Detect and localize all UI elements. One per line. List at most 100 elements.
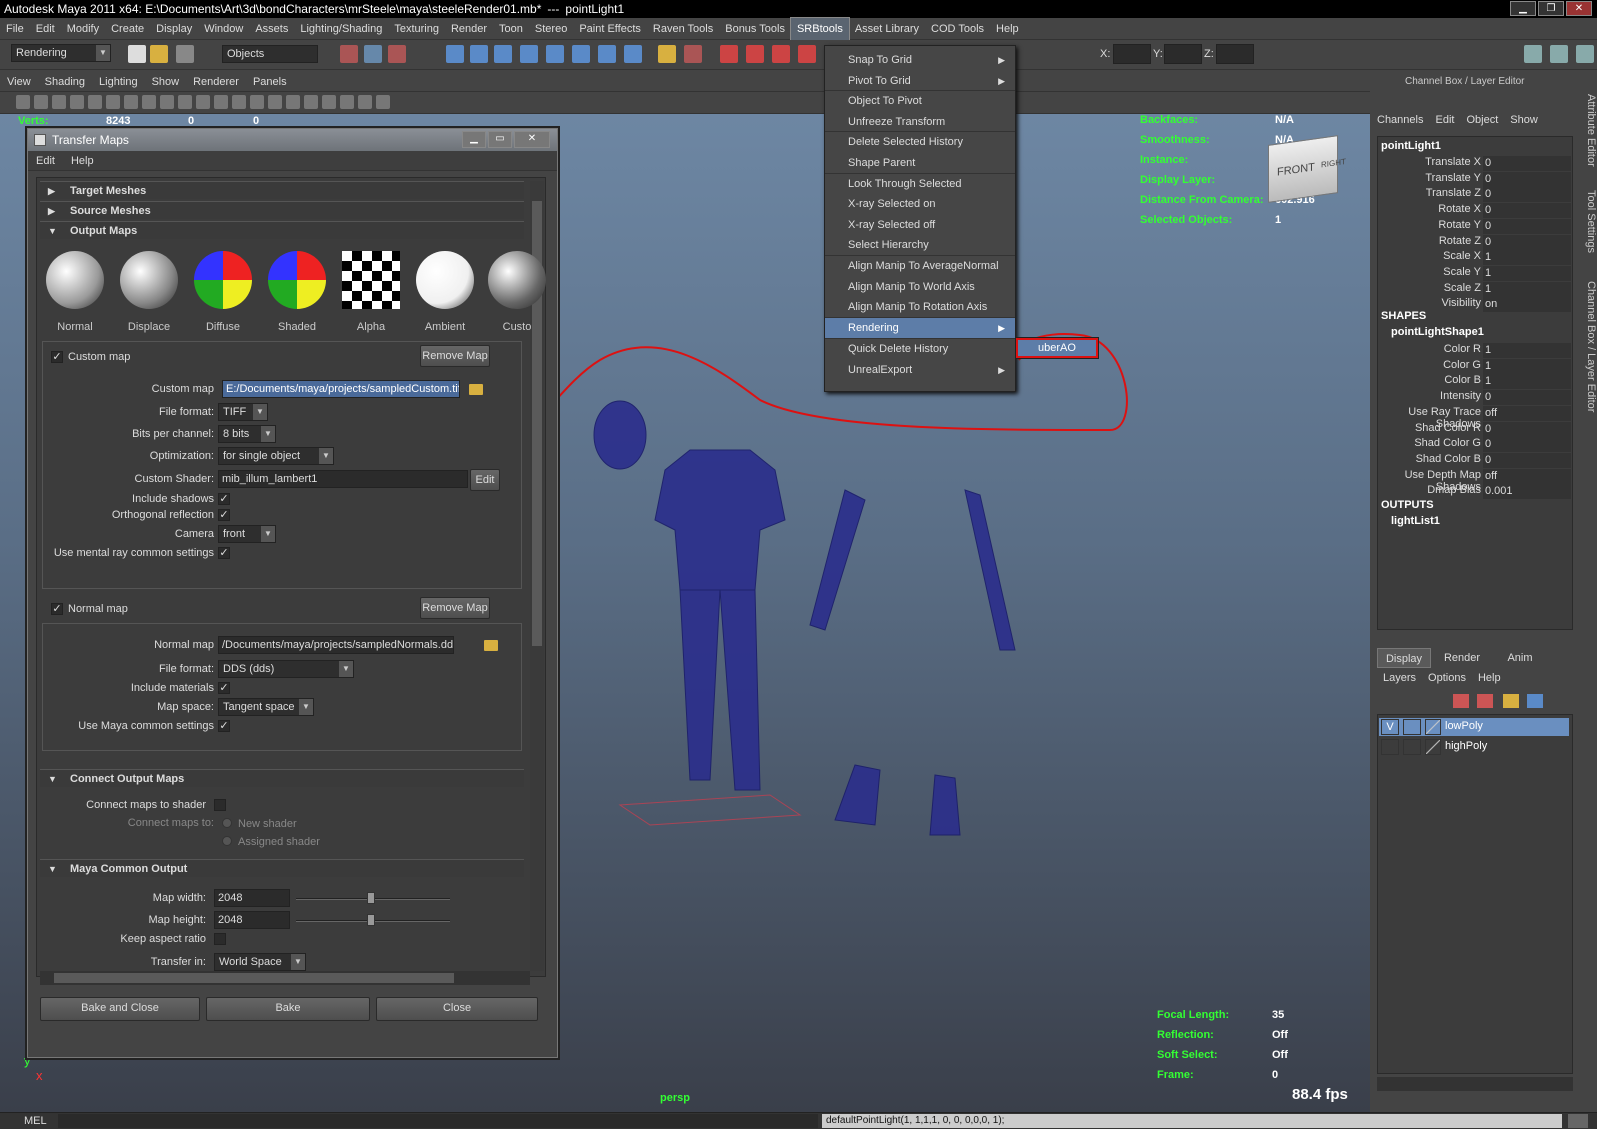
ipr-render-icon[interactable] xyxy=(746,45,764,63)
new-shader-radio[interactable] xyxy=(222,818,232,828)
remove-normal-map-button[interactable]: Remove Map xyxy=(420,597,490,619)
browse-folder-icon[interactable] xyxy=(469,384,483,395)
custom-shader-input[interactable]: mib_illum_lambert1 xyxy=(218,470,468,488)
attribute-value[interactable]: 0 xyxy=(1483,390,1571,406)
menu-item-align-manip-to-rotation-axis[interactable]: Align Manip To Rotation Axis xyxy=(825,297,1015,317)
h-scroll-thumb[interactable] xyxy=(54,973,454,983)
command-input[interactable] xyxy=(58,1114,818,1128)
character-wireframe[interactable] xyxy=(560,330,1140,850)
viewport-menu-show[interactable]: Show xyxy=(145,72,187,92)
render-frame-icon[interactable] xyxy=(720,45,738,63)
help-icon[interactable] xyxy=(624,45,642,63)
maya-common-output-section[interactable]: ▼ Maya Common Output xyxy=(40,859,524,877)
attribute-row[interactable]: Scale Y1 xyxy=(1375,265,1577,282)
attribute-value[interactable]: 1 xyxy=(1483,265,1571,281)
layer-menu-help[interactable]: Help xyxy=(1478,672,1501,684)
gate-mask-icon[interactable] xyxy=(142,95,156,109)
safe-action-icon[interactable] xyxy=(178,95,192,109)
bake-button[interactable]: Bake xyxy=(206,997,370,1021)
dialog-menu-help[interactable]: Help xyxy=(63,151,102,171)
bookmark-icon[interactable] xyxy=(52,95,66,109)
dialog-menu-edit[interactable]: Edit xyxy=(28,151,63,171)
attribute-row[interactable]: Scale X1 xyxy=(1375,250,1577,266)
lock-icon[interactable] xyxy=(658,45,676,63)
render-settings-icon[interactable] xyxy=(772,45,790,63)
film-gate-icon[interactable] xyxy=(106,95,120,109)
menu-srbtools[interactable]: SRBtools xyxy=(789,16,850,41)
connect-output-maps-section[interactable]: ▼ Connect Output Maps xyxy=(40,769,524,787)
attribute-row[interactable]: Rotate Y0 xyxy=(1375,218,1577,235)
menu-item-snap-to-grid[interactable]: Snap To Grid ▶ xyxy=(825,50,1015,70)
snap-plane-icon[interactable] xyxy=(520,45,538,63)
tab-anim[interactable]: Anim xyxy=(1493,648,1547,668)
uberao-menu-item[interactable]: uberAO xyxy=(1016,338,1098,358)
snap-surface-icon[interactable] xyxy=(546,45,564,63)
map-width-slider[interactable] xyxy=(296,892,450,904)
bake-and-close-button[interactable]: Bake and Close xyxy=(40,997,200,1021)
all-lights-icon[interactable] xyxy=(304,95,318,109)
mental-ray-settings-checkbox[interactable]: ✓ xyxy=(218,547,230,559)
tool-settings-toggle-icon[interactable] xyxy=(1550,45,1568,63)
side-tab-tool-settings[interactable]: Tool Settings xyxy=(1577,186,1597,256)
attribute-value[interactable]: 0 xyxy=(1483,171,1571,187)
menu-paint-effects[interactable]: Paint Effects xyxy=(573,18,647,40)
optimization-select[interactable]: for single object ▼ xyxy=(218,447,334,465)
custom-map-checkbox[interactable]: ✓ xyxy=(51,351,63,363)
map-type-normal-swatch[interactable] xyxy=(46,251,104,309)
layer-playback-toggle[interactable] xyxy=(1403,739,1421,755)
channel-menu-object[interactable]: Object xyxy=(1466,114,1498,126)
menu-item-shape-parent[interactable]: Shape Parent xyxy=(825,153,1015,173)
menu-assets[interactable]: Assets xyxy=(249,18,294,40)
attribute-value[interactable]: on xyxy=(1483,297,1571,313)
input-icon[interactable] xyxy=(598,45,616,63)
layer-scrollbar[interactable] xyxy=(1377,1077,1573,1091)
xray-icon[interactable] xyxy=(358,95,372,109)
layer-playback-toggle[interactable] xyxy=(1403,719,1421,735)
wireframe-icon[interactable] xyxy=(214,95,228,109)
attribute-row[interactable]: Intensity 0 xyxy=(1375,390,1577,406)
attribute-value[interactable]: 1 xyxy=(1483,250,1571,266)
script-editor-icon[interactable] xyxy=(1568,1114,1588,1128)
map-height-input[interactable]: 2048 xyxy=(214,911,290,929)
include-materials-checkbox[interactable]: ✓ xyxy=(218,682,230,694)
tab-display[interactable]: Display xyxy=(1377,648,1431,668)
connect-to-shader-checkbox[interactable] xyxy=(214,799,226,811)
viewport-menu-view[interactable]: View xyxy=(0,72,38,92)
menu-modify[interactable]: Modify xyxy=(61,18,105,40)
attribute-value[interactable]: 0 xyxy=(1483,437,1571,453)
menu-raven-tools[interactable]: Raven Tools xyxy=(647,18,719,40)
new-layer-icon[interactable] xyxy=(1453,694,1469,708)
mode-select[interactable]: Rendering ▼ xyxy=(11,44,111,62)
menu-item-rendering[interactable]: Rendering ▶ xyxy=(825,318,1015,339)
attribute-value[interactable]: 0 xyxy=(1483,203,1571,219)
dialog-maximize-button[interactable]: ▭ xyxy=(488,131,512,148)
select-object-icon[interactable] xyxy=(364,45,382,63)
attribute-value[interactable]: 0 xyxy=(1483,452,1571,468)
normal-file-format-select[interactable]: DDS (dds) ▼ xyxy=(218,660,354,678)
attribute-value[interactable]: 0 xyxy=(1483,421,1571,437)
attribute-row[interactable]: Scale Z1 xyxy=(1375,281,1577,298)
attribute-value[interactable]: 1 xyxy=(1483,343,1571,358)
menu-item-look-through-selected[interactable]: Look Through Selected xyxy=(825,174,1015,194)
save-scene-icon[interactable] xyxy=(176,45,194,63)
open-scene-icon[interactable] xyxy=(150,45,168,63)
x-field[interactable] xyxy=(1113,44,1151,64)
camera-attrs-icon[interactable] xyxy=(34,95,48,109)
menu-item-quick-delete-history[interactable]: Quick Delete History xyxy=(825,339,1015,359)
snap-grid-icon[interactable] xyxy=(446,45,464,63)
menu-item-x-ray-selected-off[interactable]: X-ray Selected off xyxy=(825,215,1015,235)
map-space-select[interactable]: Tangent space ▼ xyxy=(218,698,314,716)
channel-box-toggle-icon[interactable] xyxy=(1576,45,1594,63)
attribute-row[interactable]: Use Ray Trace Shadows off xyxy=(1375,405,1577,430)
orthogonal-reflection-checkbox[interactable]: ✓ xyxy=(218,509,230,521)
select-hierarchy-icon[interactable] xyxy=(340,45,358,63)
attribute-row[interactable]: Dmap Bias 0.001 xyxy=(1375,484,1577,500)
map-height-slider[interactable] xyxy=(296,914,450,926)
map-type-alpha-swatch[interactable] xyxy=(342,251,400,309)
layer-visibility-toggle[interactable]: V xyxy=(1381,719,1399,735)
hypershade-icon[interactable] xyxy=(798,45,816,63)
menu-cod-tools[interactable]: COD Tools xyxy=(925,18,990,40)
minimize-button[interactable]: ▁ xyxy=(1510,1,1536,16)
normal-map-checkbox[interactable]: ✓ xyxy=(51,603,63,615)
shape-node-name[interactable]: pointLightShape1 xyxy=(1391,326,1484,338)
